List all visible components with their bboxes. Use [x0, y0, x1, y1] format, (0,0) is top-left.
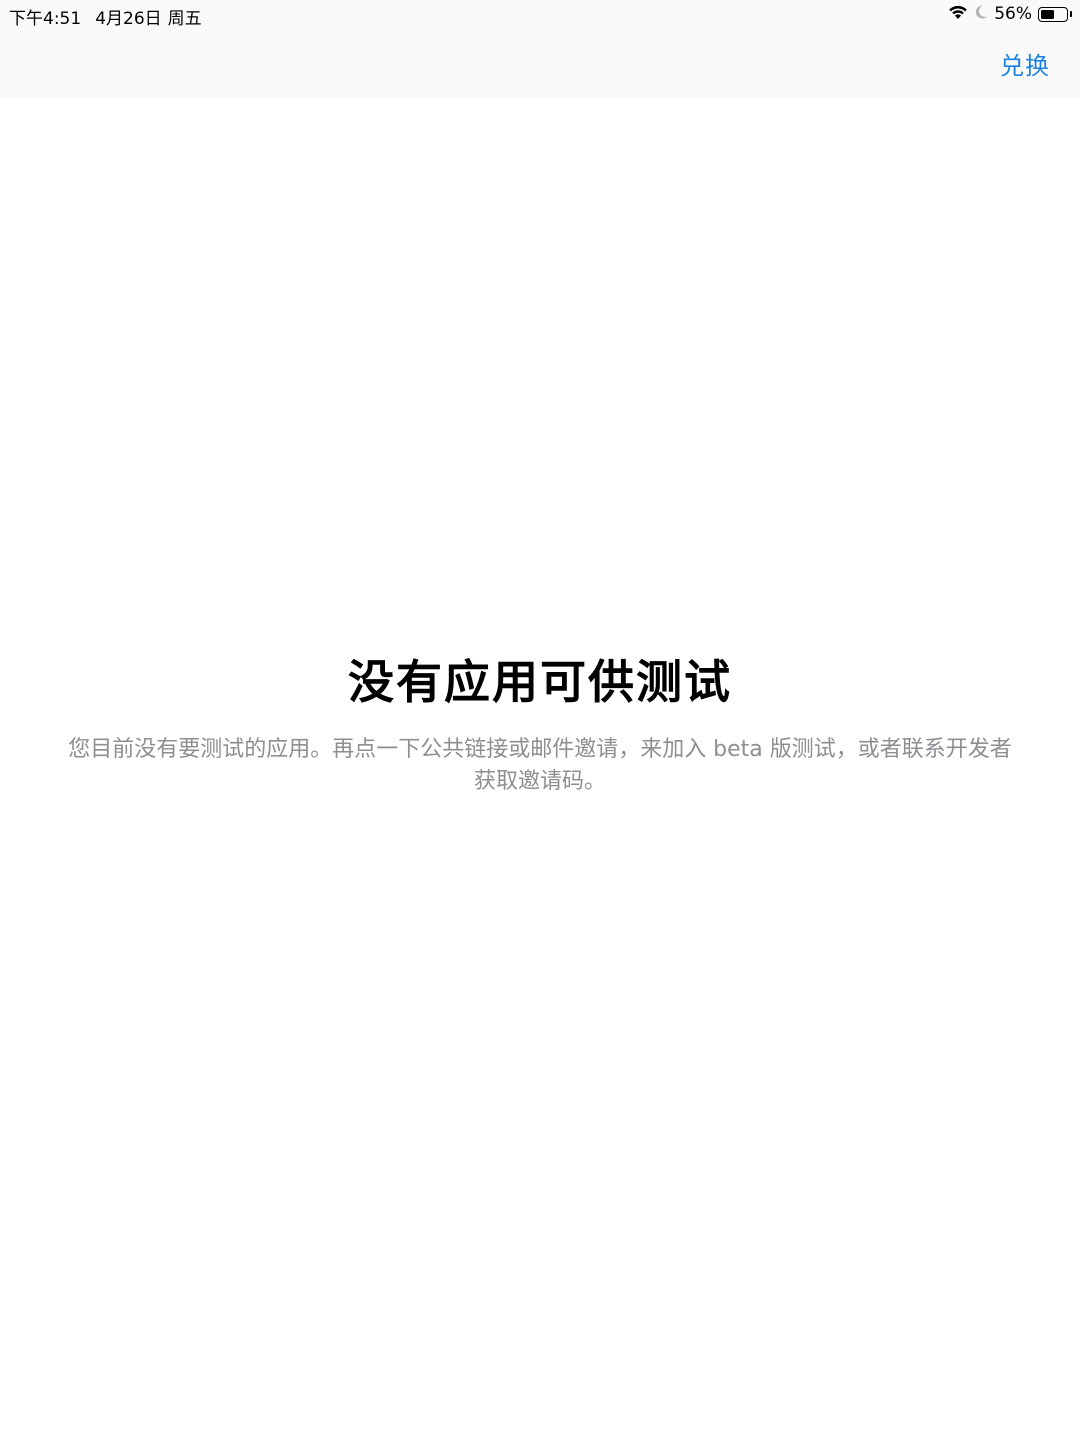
empty-state: 没有应用可供测试 您目前没有要测试的应用。再点一下公共链接或邮件邀请，来加入 b…: [0, 646, 1080, 798]
battery-level: [1041, 9, 1054, 19]
status-bar: 下午4:51 4月26日 周五 56%: [0, 0, 1080, 30]
navigation-bar: 兑换: [0, 30, 1080, 98]
moon-icon: [974, 4, 988, 24]
status-date: 4月26日: [95, 9, 162, 29]
battery-percentage: 56%: [994, 4, 1032, 24]
redeem-button[interactable]: 兑换: [1000, 46, 1050, 81]
wifi-icon: [948, 4, 968, 24]
battery-icon: [1038, 6, 1068, 22]
status-time: 下午4:51: [9, 9, 82, 29]
status-indicators: 56%: [948, 3, 1072, 25]
status-weekday: 周五: [167, 9, 202, 29]
status-datetime: 下午4:51 4月26日 周五: [9, 4, 202, 29]
empty-state-message: 您目前没有要测试的应用。再点一下公共链接或邮件邀请，来加入 beta 版测试，或…: [68, 737, 1012, 794]
screen: 下午4:51 4月26日 周五 56% 兑换 没有应用可供测试 您目前没有要测试…: [0, 0, 1080, 1440]
empty-state-title: 没有应用可供测试: [348, 655, 732, 709]
battery-tip: [1070, 11, 1072, 17]
